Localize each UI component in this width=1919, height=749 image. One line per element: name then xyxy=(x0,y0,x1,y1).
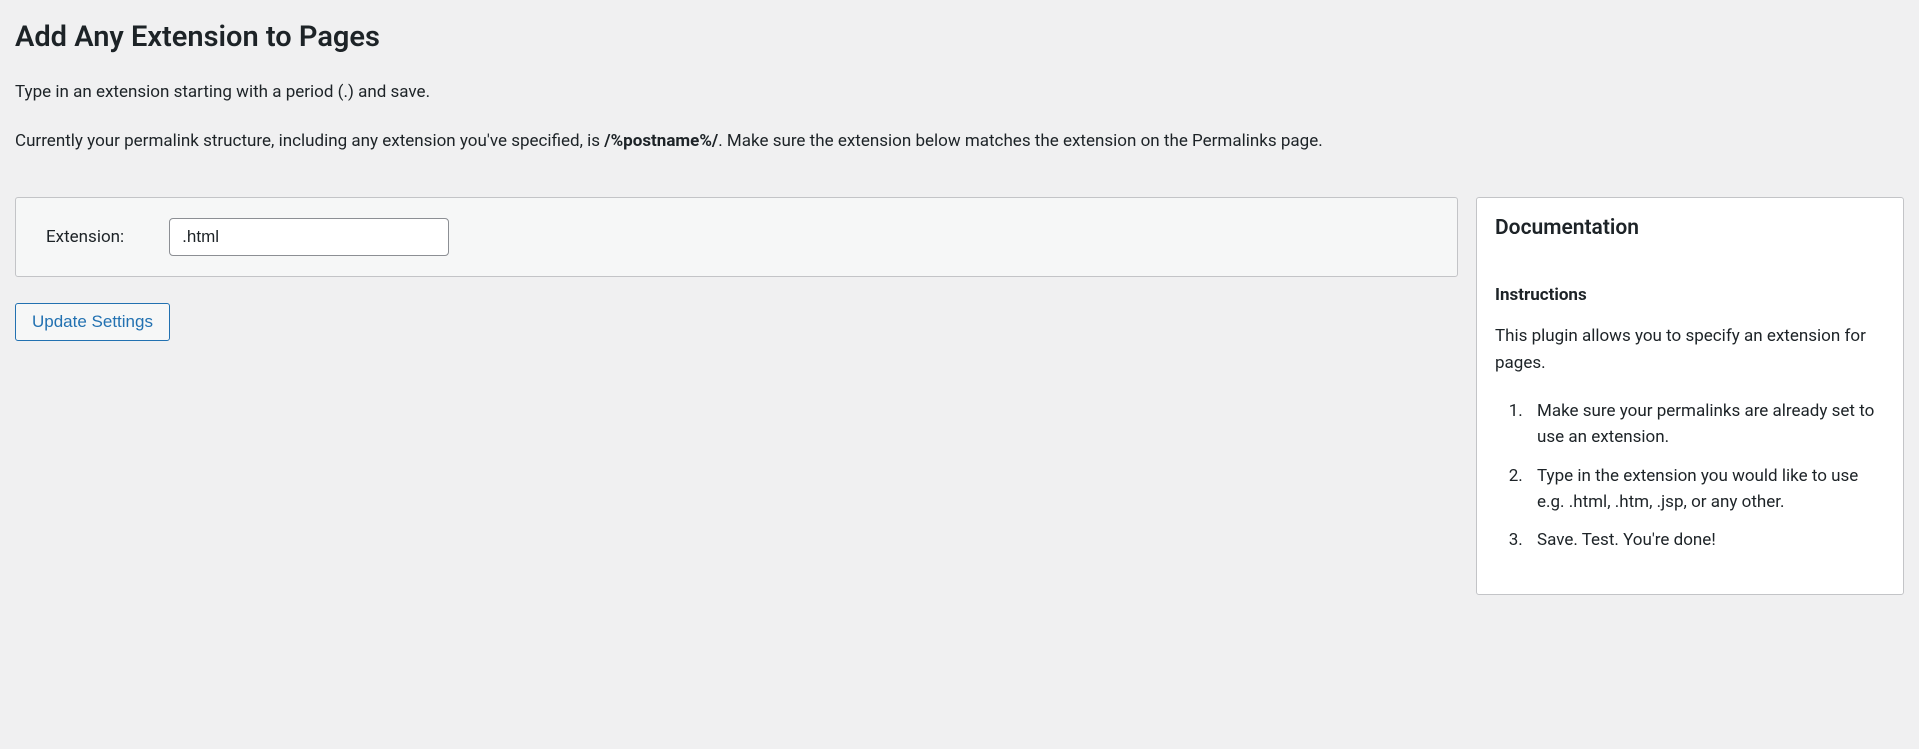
permalink-structure: /%postname%/ xyxy=(604,131,718,151)
instructions-description: This plugin allows you to specify an ext… xyxy=(1495,323,1885,376)
list-item: Type in the extension you would like to … xyxy=(1527,463,1885,516)
instructions-heading: Instructions xyxy=(1495,285,1885,305)
intro-line-1: Type in an extension starting with a per… xyxy=(15,79,1904,106)
settings-column: Extension: Update Settings xyxy=(15,197,1458,594)
extension-form-panel: Extension: xyxy=(15,197,1458,277)
intro-suffix: . Make sure the extension below matches … xyxy=(718,131,1322,151)
list-item: Save. Test. You're done! xyxy=(1527,527,1885,553)
instructions-list: Make sure your permalinks are already se… xyxy=(1495,398,1885,554)
documentation-panel: Documentation Instructions This plugin a… xyxy=(1476,197,1904,594)
page-title: Add Any Extension to Pages xyxy=(15,20,1904,54)
intro-line-2: Currently your permalink structure, incl… xyxy=(15,128,1904,155)
list-item: Make sure your permalinks are already se… xyxy=(1527,398,1885,451)
main-layout: Extension: Update Settings Documentation… xyxy=(15,197,1904,594)
extension-input[interactable] xyxy=(169,218,449,256)
extension-label: Extension: xyxy=(46,227,124,247)
update-settings-button[interactable]: Update Settings xyxy=(15,303,170,341)
documentation-title: Documentation xyxy=(1495,216,1885,240)
intro-prefix: Currently your permalink structure, incl… xyxy=(15,131,604,151)
